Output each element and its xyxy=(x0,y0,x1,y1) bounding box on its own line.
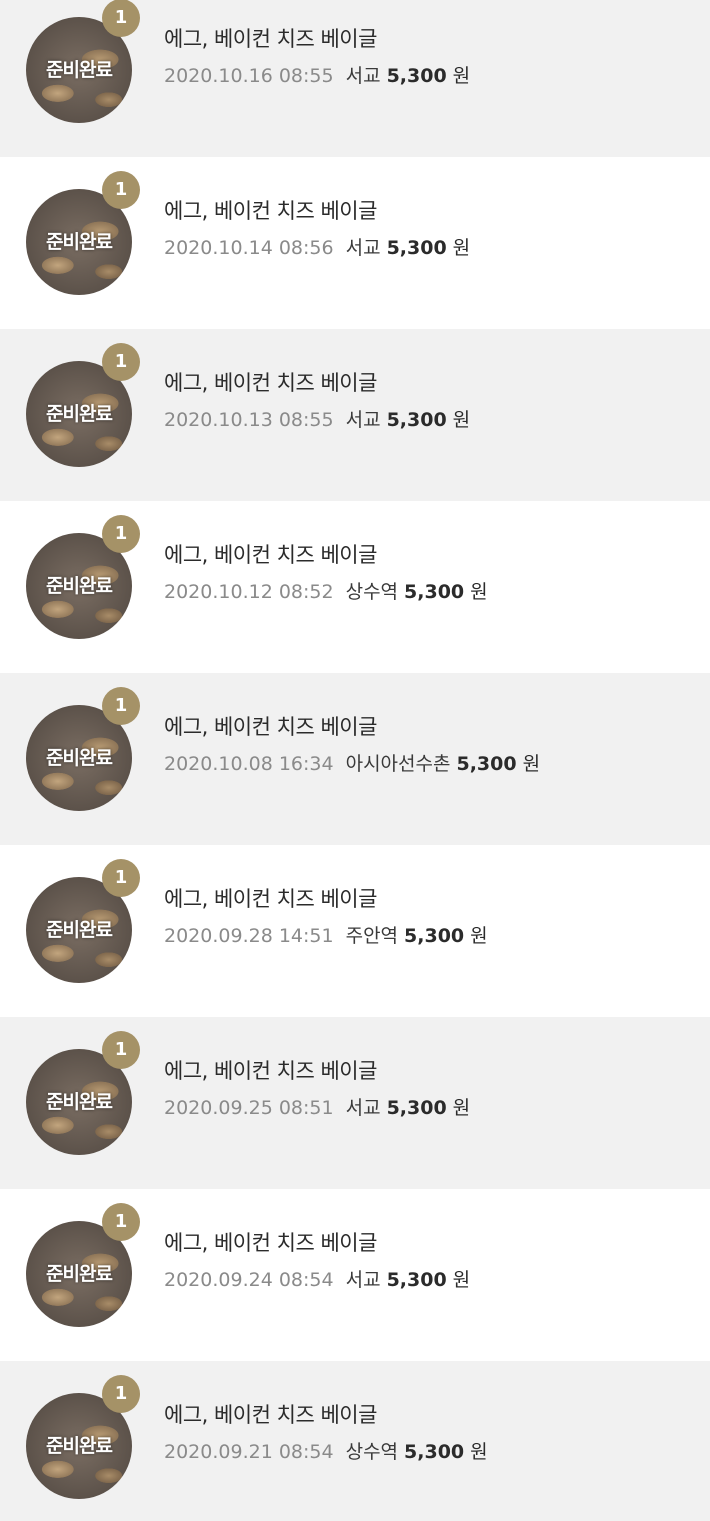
status-label: 준비완료 xyxy=(46,919,113,941)
quantity-badge: 1 xyxy=(102,343,140,381)
product-name: 에그, 베이컨 치즈 베이글 xyxy=(164,1403,377,1427)
quantity-badge: 1 xyxy=(102,1031,140,1069)
order-meta: 2020.09.24 08:54 서교 5,300 원 xyxy=(164,1265,470,1292)
price: 5,300 xyxy=(404,581,465,603)
order-row[interactable]: 준비완료 1 에그, 베이컨 치즈 베이글 2020.09.24 08:54 서교… xyxy=(0,1189,710,1361)
price: 5,300 xyxy=(386,1269,447,1291)
quantity-badge: 1 xyxy=(102,1203,140,1241)
status-label: 준비완료 xyxy=(46,1091,113,1113)
store-name: 주안역 xyxy=(345,925,399,947)
order-row[interactable]: 준비완료 1 에그, 베이컨 치즈 베이글 2020.10.08 16:34 아시… xyxy=(0,673,710,845)
store-name: 서교 xyxy=(345,1269,381,1291)
currency-unit: 원 xyxy=(470,1441,488,1463)
order-history-list: 준비완료 1 에그, 베이컨 치즈 베이글 2020.10.16 08:55 서교… xyxy=(0,0,710,1521)
order-datetime: 2020.09.21 08:54 xyxy=(164,1441,334,1463)
order-row[interactable]: 준비완료 1 에그, 베이컨 치즈 베이글 2020.09.28 14:51 주안… xyxy=(0,845,710,1017)
order-meta: 2020.10.12 08:52 상수역 5,300 원 xyxy=(164,577,488,604)
order-meta: 2020.10.08 16:34 아시아선수촌 5,300 원 xyxy=(164,749,540,776)
product-name: 에그, 베이컨 치즈 베이글 xyxy=(164,27,377,51)
price: 5,300 xyxy=(404,925,465,947)
currency-unit: 원 xyxy=(452,1269,471,1291)
currency-unit: 원 xyxy=(522,753,541,775)
status-label: 준비완료 xyxy=(46,1435,113,1457)
store-name: 상수역 xyxy=(345,581,399,603)
status-label: 준비완료 xyxy=(46,59,113,81)
store-name: 상수역 xyxy=(345,1441,399,1463)
product-name: 에그, 베이컨 치즈 베이글 xyxy=(164,887,377,911)
currency-unit: 원 xyxy=(452,1097,471,1119)
order-datetime: 2020.09.28 14:51 xyxy=(164,925,334,947)
product-name: 에그, 베이컨 치즈 베이글 xyxy=(164,371,377,395)
status-label: 준비완료 xyxy=(46,403,113,425)
product-name: 에그, 베이컨 치즈 베이글 xyxy=(164,199,377,223)
quantity-badge: 1 xyxy=(102,859,140,897)
order-meta: 2020.09.25 08:51 서교 5,300 원 xyxy=(164,1093,470,1120)
product-name: 에그, 베이컨 치즈 베이글 xyxy=(164,1231,377,1255)
status-label: 준비완료 xyxy=(46,575,113,597)
order-datetime: 2020.09.24 08:54 xyxy=(164,1269,334,1291)
order-meta: 2020.10.14 08:56 서교 5,300 원 xyxy=(164,233,470,260)
order-datetime: 2020.09.25 08:51 xyxy=(164,1097,334,1119)
quantity-badge: 1 xyxy=(102,0,140,37)
order-datetime: 2020.10.08 16:34 xyxy=(164,753,334,775)
order-row[interactable]: 준비완료 1 에그, 베이컨 치즈 베이글 2020.10.13 08:55 서교… xyxy=(0,329,710,501)
order-row[interactable]: 준비완료 1 에그, 베이컨 치즈 베이글 2020.10.16 08:55 서교… xyxy=(0,0,710,157)
order-row[interactable]: 준비완료 1 에그, 베이컨 치즈 베이글 2020.10.12 08:52 상수… xyxy=(0,501,710,673)
product-name: 에그, 베이컨 치즈 베이글 xyxy=(164,543,377,567)
order-meta: 2020.09.21 08:54 상수역 5,300 원 xyxy=(164,1437,488,1464)
quantity-badge: 1 xyxy=(102,1375,140,1413)
currency-unit: 원 xyxy=(452,237,471,259)
order-datetime: 2020.10.13 08:55 xyxy=(164,409,334,431)
order-meta: 2020.10.16 08:55 서교 5,300 원 xyxy=(164,61,470,88)
store-name: 서교 xyxy=(345,237,381,259)
order-datetime: 2020.10.12 08:52 xyxy=(164,581,334,603)
order-datetime: 2020.10.14 08:56 xyxy=(164,237,334,259)
status-label: 준비완료 xyxy=(46,231,113,253)
order-row[interactable]: 준비완료 1 에그, 베이컨 치즈 베이글 2020.09.25 08:51 서교… xyxy=(0,1017,710,1189)
quantity-badge: 1 xyxy=(102,515,140,553)
currency-unit: 원 xyxy=(470,581,488,603)
price: 5,300 xyxy=(456,753,517,775)
store-name: 서교 xyxy=(345,409,381,431)
product-name: 에그, 베이컨 치즈 베이글 xyxy=(164,1059,377,1083)
quantity-badge: 1 xyxy=(102,171,140,209)
price: 5,300 xyxy=(386,409,447,431)
price: 5,300 xyxy=(386,237,447,259)
status-label: 준비완료 xyxy=(46,1263,113,1285)
status-label: 준비완료 xyxy=(46,747,113,769)
order-meta: 2020.09.28 14:51 주안역 5,300 원 xyxy=(164,921,488,948)
price: 5,300 xyxy=(404,1441,465,1463)
order-row[interactable]: 준비완료 1 에그, 베이컨 치즈 베이글 2020.09.21 08:54 상수… xyxy=(0,1361,710,1521)
store-name: 서교 xyxy=(345,1097,381,1119)
order-row[interactable]: 준비완료 1 에그, 베이컨 치즈 베이글 2020.10.14 08:56 서교… xyxy=(0,157,710,329)
order-meta: 2020.10.13 08:55 서교 5,300 원 xyxy=(164,405,470,432)
order-datetime: 2020.10.16 08:55 xyxy=(164,65,334,87)
currency-unit: 원 xyxy=(452,409,471,431)
currency-unit: 원 xyxy=(470,925,488,947)
store-name: 아시아선수촌 xyxy=(345,753,451,775)
currency-unit: 원 xyxy=(452,65,471,87)
price: 5,300 xyxy=(386,65,447,87)
product-name: 에그, 베이컨 치즈 베이글 xyxy=(164,715,377,739)
price: 5,300 xyxy=(386,1097,447,1119)
store-name: 서교 xyxy=(345,65,381,87)
quantity-badge: 1 xyxy=(102,687,140,725)
